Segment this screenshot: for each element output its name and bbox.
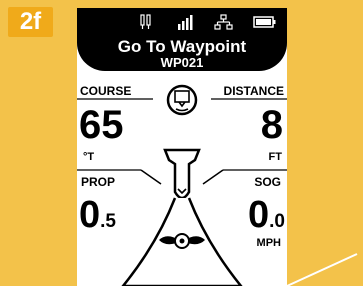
course-value: 65 [79,103,124,147]
sog-value-dec: .0 [269,211,285,232]
navigation-graphics [77,84,287,286]
device-screen: Go To Waypoint WP021 COURSE 65 °T DISTAN… [77,8,287,286]
course-unit: °T [83,151,95,163]
sog-value-int: 0 [248,194,270,236]
waypoint-marker-icon [166,84,198,116]
sog-label: SOG [254,175,281,189]
distance-value: 8 [260,103,283,147]
boat-icon [163,148,201,200]
figure-frame: 2f Go To Waypoint WP021 COURSE 65 °T DIS… [0,0,363,286]
distance-unit: FT [268,151,282,163]
distance-label: DISTANCE [223,84,284,98]
prop-value-int: 0 [79,194,101,236]
prop-label: PROP [81,175,116,189]
figure-badge: 2f [8,7,53,37]
prop-value-dec: .5 [100,211,116,232]
sog-unit: MPH [256,237,281,249]
sog-value: 0.0 [248,196,285,241]
course-label: COURSE [80,84,132,98]
prop-value: 0.5 [79,196,116,241]
